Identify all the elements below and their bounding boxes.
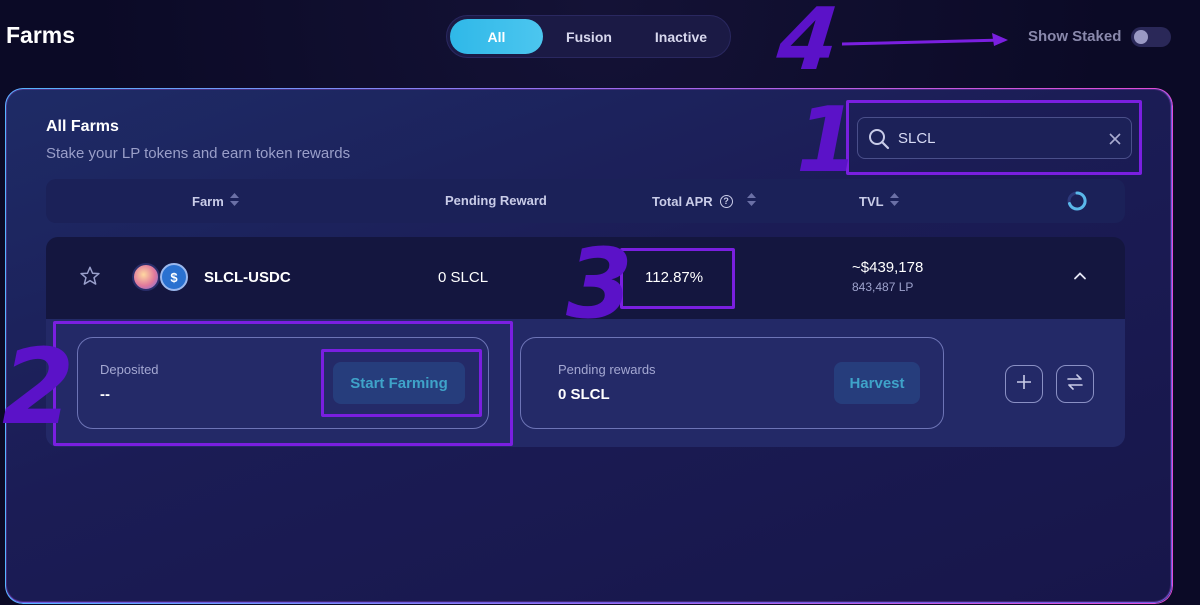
sort-icon [889, 193, 899, 209]
farm-tabs: All Fusion Inactive [446, 15, 731, 58]
annotation-number-2: 2 [2, 326, 75, 448]
swap-button[interactable] [1056, 365, 1094, 403]
farm-tvl: ~$439,178 [852, 259, 924, 276]
farm-pending-reward: 0 SLCL [438, 269, 489, 286]
refresh-icon[interactable] [1066, 190, 1088, 217]
annotation-box-3 [620, 248, 735, 309]
annotation-number-4: 4 [772, 0, 844, 90]
sort-icon [746, 193, 756, 209]
star-icon[interactable] [79, 265, 101, 292]
annotation-box-2-inner [321, 349, 482, 417]
tab-inactive[interactable]: Inactive [635, 19, 727, 54]
show-staked-label: Show Staked [1028, 28, 1122, 45]
farm-name: SLCL-USDC [204, 269, 291, 286]
column-pending-reward: Pending Reward [445, 193, 547, 208]
pending-rewards-label: Pending rewards [558, 362, 656, 377]
tab-fusion[interactable]: Fusion [543, 19, 635, 54]
column-total-apr[interactable]: Total APR ? [652, 193, 756, 209]
swap-icon [1066, 373, 1084, 396]
add-liquidity-button[interactable] [1005, 365, 1043, 403]
column-farm-label: Farm [192, 193, 224, 209]
plus-icon [1016, 374, 1032, 395]
farm-tvl-lp: 843,487 LP [852, 280, 914, 294]
annotation-number-1: 1 [796, 88, 859, 193]
annotation-arrow [840, 28, 1014, 53]
annotation-box-1 [846, 100, 1142, 175]
column-farm[interactable]: Farm [192, 193, 239, 209]
panel-title: All Farms [46, 118, 119, 135]
harvest-button[interactable]: Harvest [834, 362, 920, 404]
annotation-number-3: 3 [566, 228, 633, 340]
column-tvl-label: TVL [859, 193, 884, 209]
chevron-up-icon[interactable] [1073, 269, 1087, 288]
usdc-token-icon: $ [160, 263, 188, 291]
page-title: Farms [6, 22, 76, 48]
slcl-token-icon [132, 263, 160, 291]
toggle-knob [1134, 30, 1148, 44]
panel-subtitle: Stake your LP tokens and earn token rewa… [46, 145, 351, 162]
column-tvl[interactable]: TVL [859, 193, 899, 209]
sort-icon [229, 193, 239, 209]
page: Farms All Fusion Inactive Show Staked Al… [0, 0, 1200, 605]
show-staked-toggle[interactable] [1131, 27, 1171, 47]
table-header: Farm Pending Reward Total APR ? TVL [46, 179, 1125, 223]
help-icon[interactable]: ? [719, 194, 733, 208]
tab-all[interactable]: All [450, 19, 543, 54]
pending-rewards-value: 0 SLCL [558, 386, 610, 403]
column-apr-label: Total APR [652, 193, 713, 209]
